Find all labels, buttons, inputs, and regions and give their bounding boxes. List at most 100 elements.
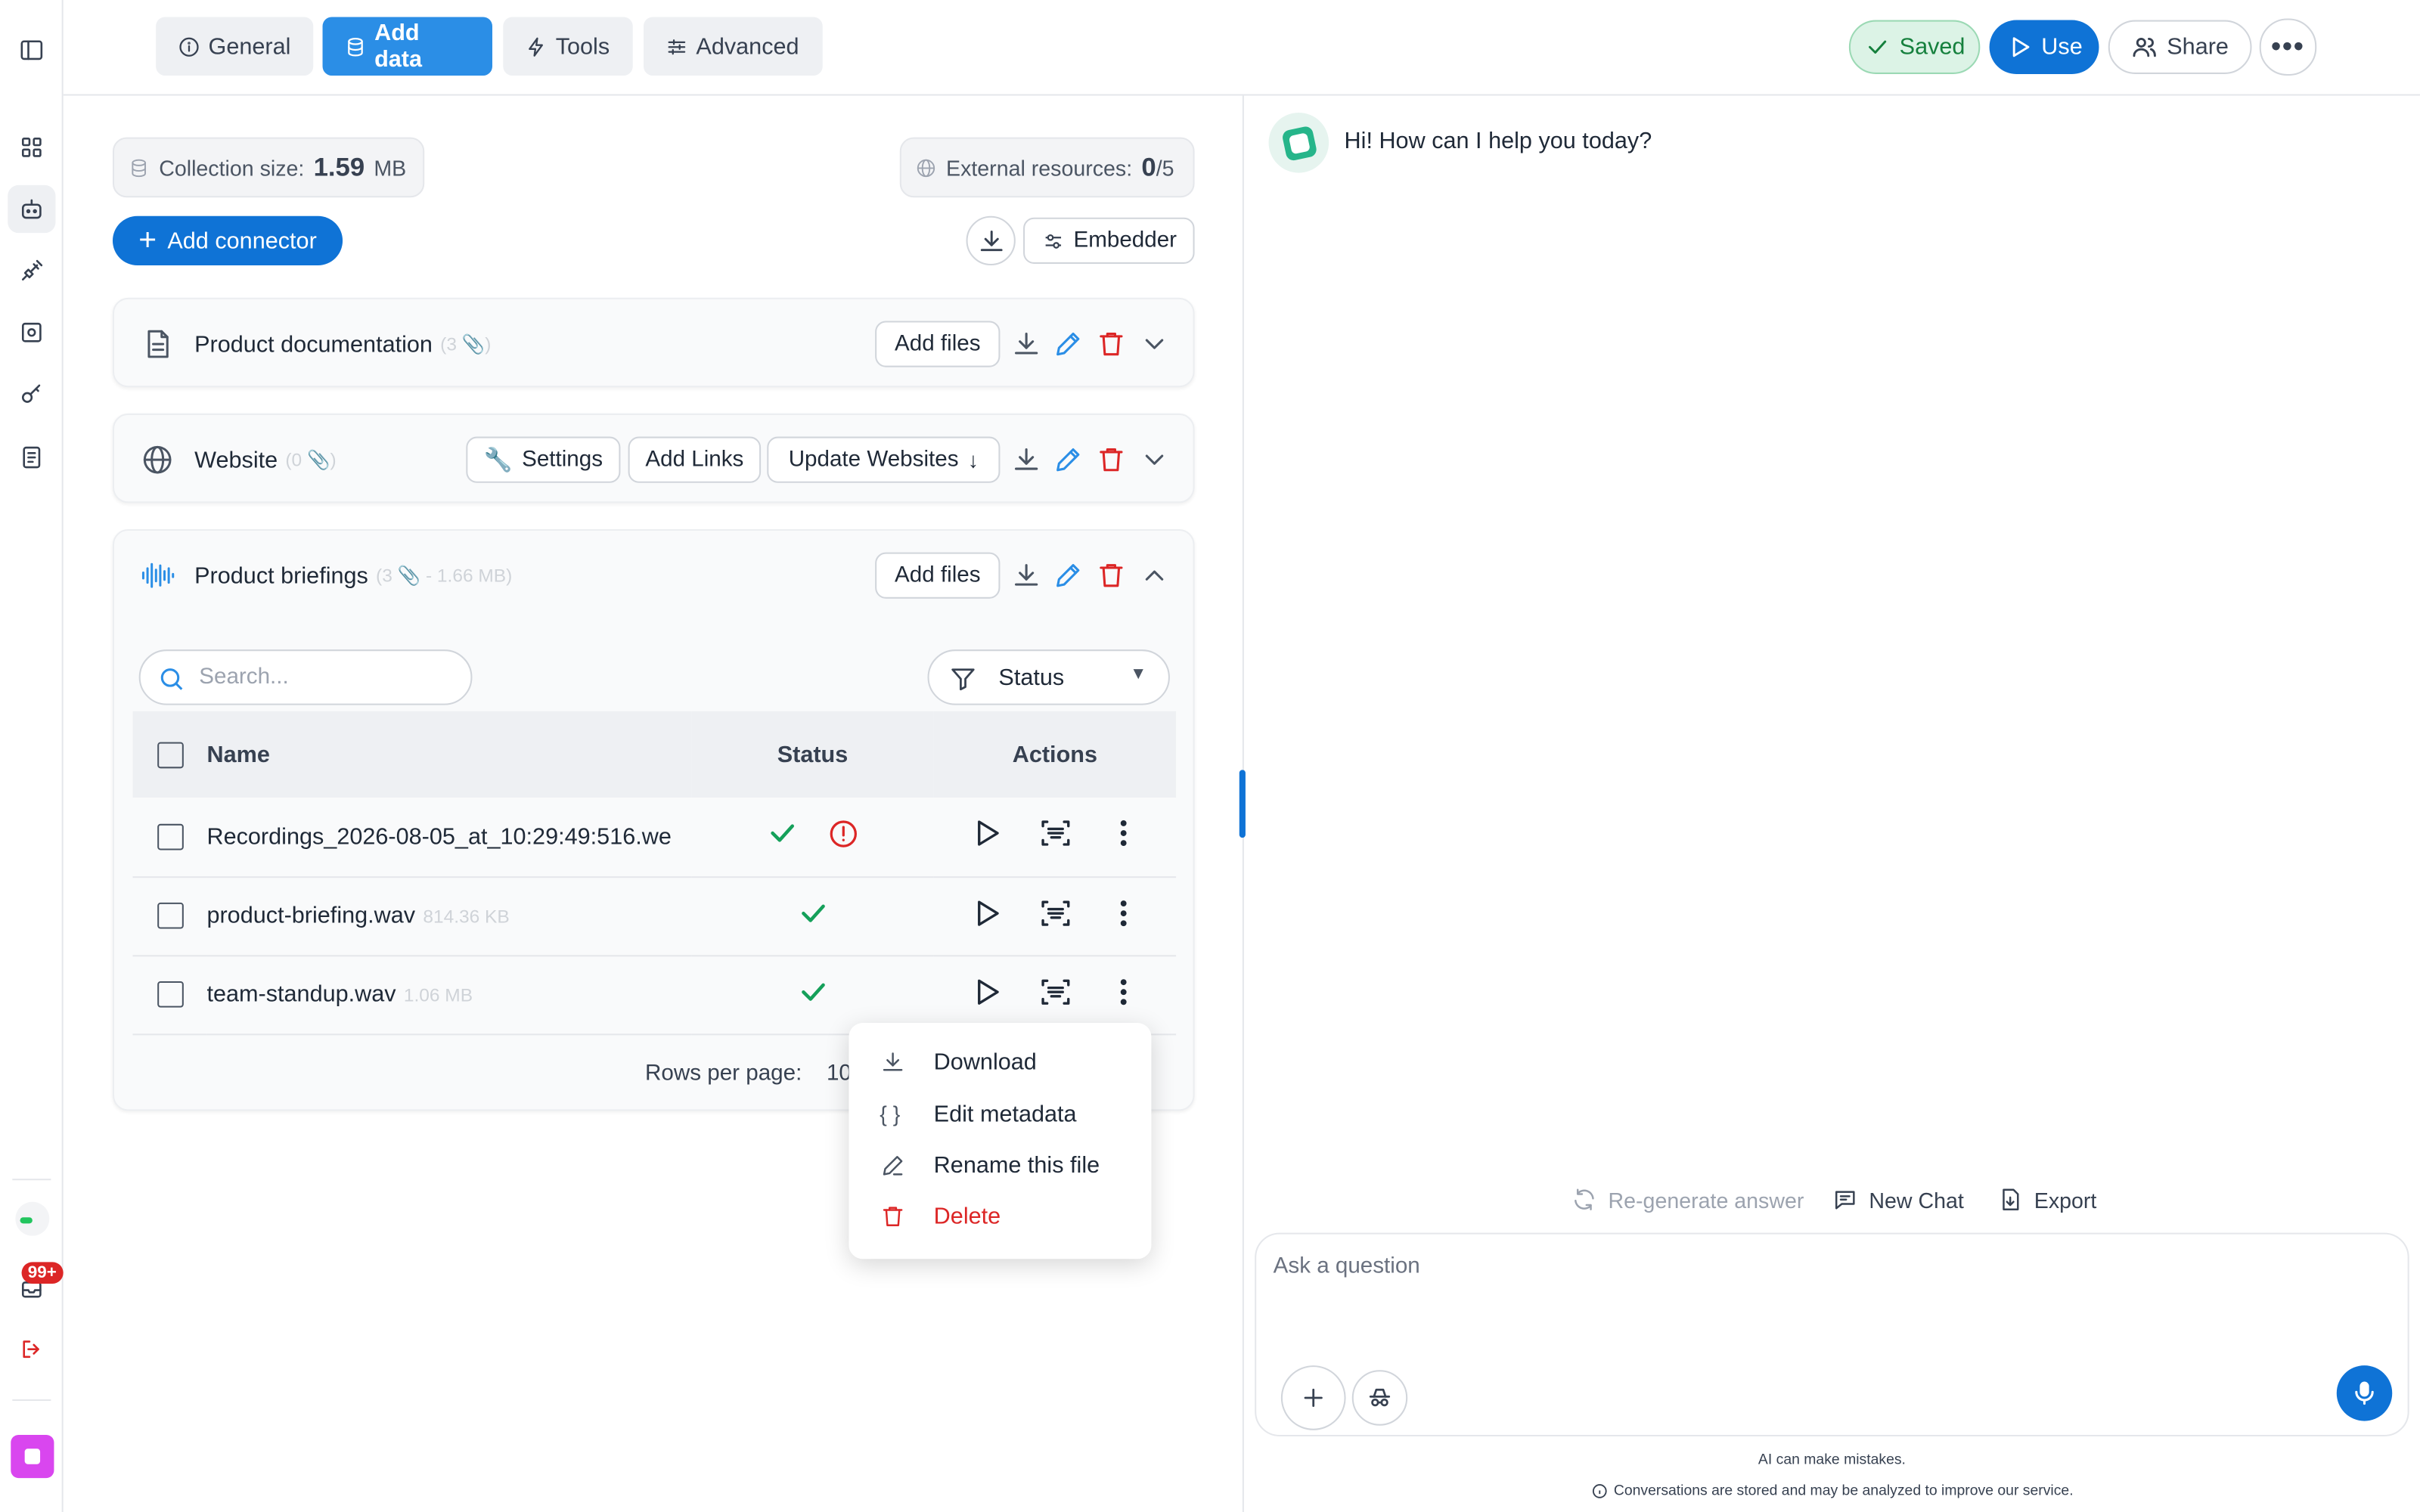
filter-icon: [951, 668, 975, 691]
export-button[interactable]: Export: [1997, 1186, 2096, 1213]
more-options-button[interactable]: •••: [2259, 18, 2317, 76]
file-name: Recordings_2026-08-05_at_10:29:49:516.we: [206, 823, 672, 850]
source-meta: (3 📎): [440, 333, 492, 355]
play-icon[interactable]: [970, 978, 1004, 1015]
chat-composer: Ask a question: [1255, 1232, 2409, 1436]
download-icon: [979, 229, 1002, 251]
source-meta: (3 📎 - 1.66 MB): [376, 564, 513, 587]
row-checkbox[interactable]: [157, 823, 183, 850]
globe-icon: [141, 443, 175, 477]
website-settings-button[interactable]: 🔧 Settings: [466, 436, 621, 483]
audio-wave-icon: [141, 559, 175, 593]
tab-advanced[interactable]: Advanced: [644, 17, 823, 76]
file-context-menu: Download { } Edit metadata Rename this f…: [849, 1023, 1152, 1259]
attach-button[interactable]: [1280, 1365, 1346, 1430]
top-bar: General Add data Tools Advanced Saved Us…: [63, 0, 2420, 96]
trash-icon[interactable]: [1096, 329, 1127, 360]
more-vertical-icon[interactable]: [1106, 978, 1140, 1015]
rows-per-page-select[interactable]: 10: [827, 1061, 852, 1086]
menu-item-rename[interactable]: Rename this file: [849, 1140, 1151, 1191]
play-icon[interactable]: [970, 900, 1004, 936]
use-button[interactable]: Use: [1989, 20, 2099, 74]
transcript-scan-icon[interactable]: [1038, 820, 1072, 857]
select-all-checkbox[interactable]: [157, 742, 183, 768]
file-search-input[interactable]: Search...: [138, 649, 473, 705]
download-icon[interactable]: [1011, 445, 1042, 476]
download-all-button[interactable]: [966, 215, 1016, 266]
plus-icon: [1304, 1388, 1323, 1408]
avatar[interactable]: [8, 1194, 55, 1242]
logout-icon[interactable]: [8, 1325, 55, 1373]
row-checkbox[interactable]: [157, 903, 183, 930]
edit-pencil-icon[interactable]: [1053, 445, 1084, 476]
arrow-down-icon: ↓: [967, 447, 979, 472]
files-table: Name Status Actions Recordings_2026-08-0…: [132, 711, 1177, 1035]
warning-circle-icon[interactable]: [827, 818, 860, 857]
key-icon[interactable]: [8, 370, 55, 418]
menu-item-delete[interactable]: Delete: [849, 1191, 1151, 1243]
resize-handle[interactable]: [1239, 770, 1246, 838]
menu-item-edit-metadata[interactable]: { } Edit metadata: [849, 1089, 1151, 1140]
source-name: Website: [194, 446, 278, 473]
users-icon: [2133, 37, 2156, 57]
edit-pencil-icon[interactable]: [1053, 329, 1084, 360]
info-icon: [1592, 1484, 1606, 1498]
trash-icon[interactable]: [1096, 445, 1127, 476]
voice-input-button[interactable]: [2336, 1365, 2393, 1421]
column-header-name: Name: [206, 741, 270, 768]
chat-input[interactable]: Ask a question: [1274, 1254, 1420, 1279]
toggle-sidebar-icon[interactable]: [8, 26, 55, 74]
database-icon: [348, 36, 363, 56]
play-icon[interactable]: [970, 820, 1004, 857]
regenerate-answer-button[interactable]: Re-generate answer: [1571, 1186, 1804, 1213]
transcript-scan-icon[interactable]: [1038, 900, 1072, 936]
scan-icon[interactable]: [8, 308, 55, 356]
source-card-website: Website (0 📎) 🔧 Settings Add Links Updat…: [112, 413, 1195, 503]
download-icon[interactable]: [1011, 560, 1042, 591]
transcript-scan-icon[interactable]: [1038, 978, 1072, 1015]
row-checkbox[interactable]: [157, 981, 183, 1009]
embedder-button[interactable]: Embedder: [1023, 217, 1195, 264]
info-icon: [179, 36, 199, 56]
refresh-icon: [1575, 1188, 1594, 1210]
database-icon: [132, 158, 146, 177]
column-header-actions: Actions: [1012, 741, 1098, 768]
assistant-avatar: [1268, 112, 1329, 173]
tab-general[interactable]: General: [156, 17, 314, 76]
trash-icon[interactable]: [1096, 560, 1127, 591]
chevron-down-icon[interactable]: [1139, 329, 1170, 360]
new-chat-button[interactable]: New Chat: [1832, 1186, 1964, 1213]
play-icon: [2012, 37, 2029, 57]
source-name: Product documentation: [194, 330, 433, 358]
incognito-button[interactable]: [1351, 1370, 1408, 1426]
menu-item-download[interactable]: Download: [849, 1036, 1151, 1088]
add-links-button[interactable]: Add Links: [628, 436, 762, 483]
status-filter-select[interactable]: Status ▼: [927, 649, 1170, 705]
settings-sliders-icon: [1044, 233, 1061, 248]
sliders-icon: [668, 39, 686, 54]
document-icon[interactable]: [8, 433, 55, 481]
file-name: product-briefing.wav: [206, 902, 416, 929]
chevron-down-icon[interactable]: [1139, 445, 1170, 476]
download-icon[interactable]: [1011, 329, 1042, 360]
share-button[interactable]: Share: [2108, 20, 2252, 74]
wrench-icon: 🔧: [483, 447, 513, 474]
update-websites-button[interactable]: Update Websites ↓: [767, 436, 1001, 483]
incognito-icon: [1369, 1388, 1391, 1407]
more-horizontal-icon: •••: [2271, 30, 2305, 62]
dashboard-icon[interactable]: [8, 123, 55, 171]
check-icon: [1868, 40, 1886, 54]
add-files-button[interactable]: Add files: [875, 552, 1001, 599]
assistant-bot-icon[interactable]: [8, 184, 56, 234]
tab-tools[interactable]: Tools: [503, 17, 633, 76]
chat-panel: Hi! How can I help you today? Re-generat…: [1239, 96, 2420, 1512]
chevron-up-icon[interactable]: [1139, 560, 1170, 591]
add-files-button[interactable]: Add files: [875, 321, 1001, 367]
add-connector-button[interactable]: + Add connector: [112, 215, 343, 266]
assistant-message: Hi! How can I help you today?: [1344, 128, 1652, 155]
more-vertical-icon[interactable]: [1106, 900, 1140, 936]
edit-pencil-icon[interactable]: [1053, 560, 1084, 591]
tab-add-data[interactable]: Add data: [322, 17, 493, 76]
more-vertical-icon[interactable]: [1106, 820, 1140, 857]
plug-icon[interactable]: [8, 247, 55, 295]
